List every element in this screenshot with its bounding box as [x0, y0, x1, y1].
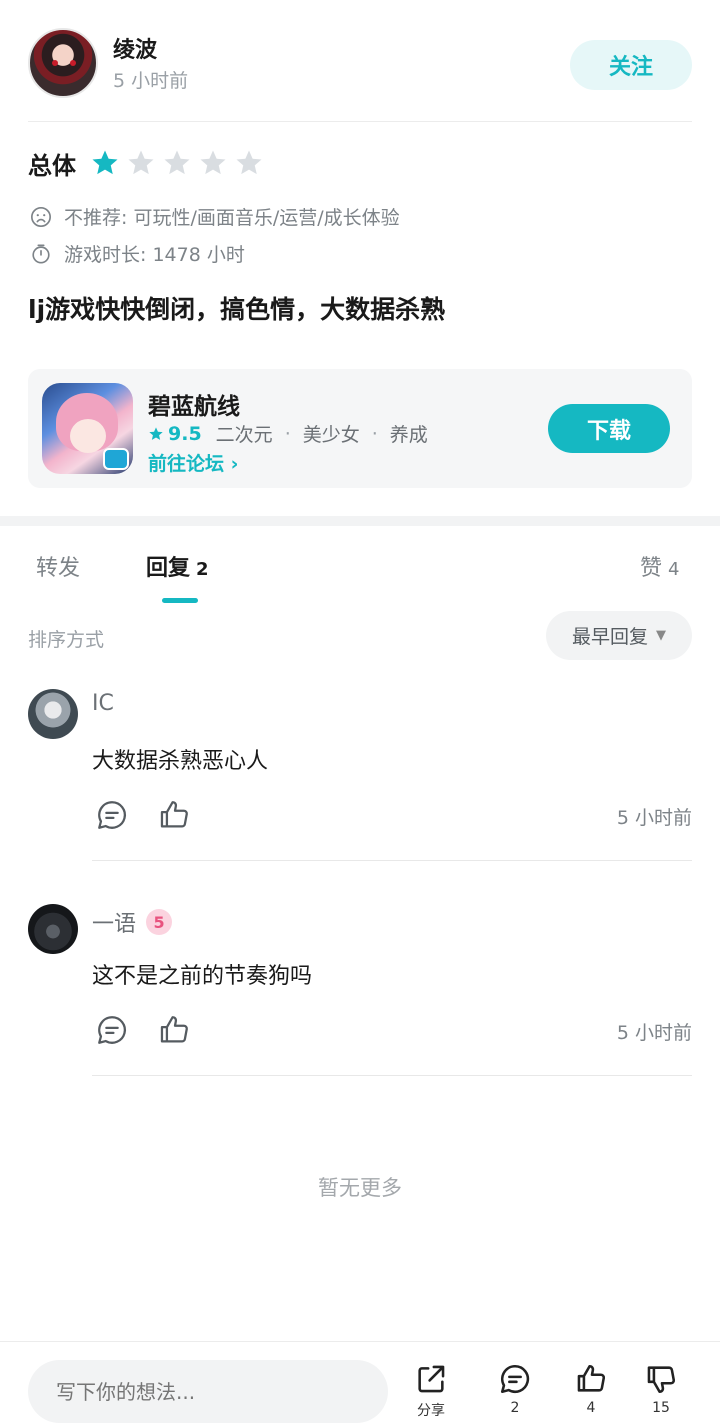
score-star-icon: [149, 426, 163, 440]
comment-button[interactable]: 2: [485, 1362, 545, 1416]
no-more-text: 暂无更多: [318, 1176, 402, 1200]
tab-likes-count: 4: [668, 559, 680, 580]
game-name[interactable]: 碧蓝航线: [148, 387, 240, 421]
not-recommend-text: 不推荐: 可玩性/画面音乐/运营/成长体验: [64, 207, 400, 229]
not-recommend-row: 不推荐: 可玩性/画面音乐/运营/成长体验: [30, 203, 400, 230]
tag-separator: ·: [371, 422, 378, 445]
section-divider: [0, 516, 720, 526]
overall-rating: 总体: [28, 143, 270, 183]
star-icon-5: [236, 150, 262, 175]
overall-label: 总体: [28, 151, 76, 180]
like-icon[interactable]: [156, 1012, 192, 1048]
comment-icon: [500, 1364, 530, 1394]
reply-actions: [94, 797, 218, 833]
tab-replies-label: 回复: [146, 556, 191, 581]
header-divider: [28, 121, 692, 122]
game-icon[interactable]: [42, 383, 133, 474]
tab-replies[interactable]: 回复 2: [146, 550, 209, 582]
share-icon: [418, 1365, 445, 1393]
forum-link[interactable]: 前往论坛 ›: [148, 449, 238, 476]
comment-count: 2: [510, 1400, 520, 1416]
tag-separator: ·: [284, 422, 291, 445]
reply-avatar[interactable]: [28, 904, 78, 954]
avatar-eye-left: [52, 60, 58, 66]
dislike-count: 15: [652, 1400, 670, 1416]
tab-active-indicator: [162, 598, 198, 603]
game-meta: 9.5 二次元 · 美少女 · 养成: [148, 420, 428, 447]
star-icon-2: [128, 150, 154, 175]
timer-icon: [32, 243, 50, 264]
tab-replies-count: 2: [196, 559, 209, 580]
like-count: 4: [586, 1400, 596, 1416]
review-header: 绫波 5 小时前 关注: [28, 28, 692, 104]
reply-time: 5 小时前: [616, 1022, 692, 1044]
share-button[interactable]: 分享: [401, 1362, 461, 1420]
tab-forward-label: 转发: [36, 556, 81, 581]
comment-input[interactable]: [28, 1360, 388, 1423]
tab-likes-label: 赞: [640, 556, 663, 581]
dislike-icon: [647, 1366, 676, 1394]
game-score-value: 9.5: [168, 422, 202, 445]
author-post-time: 5 小时前: [113, 70, 189, 92]
sort-label: 排序方式: [28, 629, 105, 651]
game-tag: 二次元: [215, 424, 273, 446]
play-time-row: 游戏时长: 1478 小时: [30, 240, 245, 267]
sort-value: 最早回复: [571, 626, 648, 648]
like-icon[interactable]: [156, 797, 192, 833]
tab-bar: 转发 回复 2 赞4: [0, 540, 720, 610]
like-icon: [577, 1364, 606, 1392]
game-tag: 养成: [389, 424, 428, 446]
follow-button[interactable]: 关注: [570, 40, 692, 90]
author-avatar[interactable]: [28, 28, 98, 98]
author-name[interactable]: 绫波: [113, 32, 157, 64]
chevron-down-icon: ▼: [656, 628, 666, 643]
download-button[interactable]: 下载: [548, 404, 670, 453]
reply-divider: [92, 1075, 692, 1076]
reply-author-name: 一语: [92, 912, 137, 937]
reply-author[interactable]: 一语 5: [92, 906, 173, 938]
game-card[interactable]: 碧蓝航线 9.5 二次元 · 美少女 · 养成 前往论坛 › 下载: [28, 369, 692, 488]
avatar-eye-right: [70, 60, 76, 66]
comment-icon[interactable]: [94, 1012, 130, 1048]
reply-actions: [94, 1012, 218, 1048]
sad-face-icon: [31, 206, 51, 227]
sort-dropdown[interactable]: 最早回复 ▼: [546, 611, 692, 660]
reply-time: 5 小时前: [616, 807, 692, 829]
game-icon-face: [70, 419, 106, 453]
play-time-text: 游戏时长: 1478 小时: [64, 244, 245, 266]
tab-likes[interactable]: 赞4: [640, 550, 679, 582]
comment-icon[interactable]: [94, 797, 130, 833]
game-score: 9.5: [148, 423, 202, 445]
game-tag: 美少女: [302, 424, 360, 446]
star-icon-1: [92, 150, 118, 175]
star-icon-3: [164, 150, 190, 175]
reply-author-name: IC: [92, 691, 114, 716]
review-body: lj游戏快快倒闭，搞色情，大数据杀熟: [28, 295, 446, 324]
reply-text: 这不是之前的节奏狗吗: [92, 964, 313, 989]
dislike-button[interactable]: 15: [631, 1362, 691, 1416]
reply-author[interactable]: IC: [92, 691, 114, 716]
bottom-bar: 分享 2 4 15: [0, 1341, 720, 1427]
reply-avatar[interactable]: [28, 689, 78, 739]
like-button[interactable]: 4: [561, 1362, 621, 1416]
bilibili-icon: [103, 448, 129, 470]
reply-text: 大数据杀熟恶心人: [92, 749, 269, 774]
share-label: 分享: [417, 1403, 445, 1419]
tab-forward[interactable]: 转发: [36, 550, 80, 582]
level-badge: 5: [146, 909, 173, 935]
star-icon-4: [200, 150, 226, 175]
reply-divider: [92, 860, 692, 861]
